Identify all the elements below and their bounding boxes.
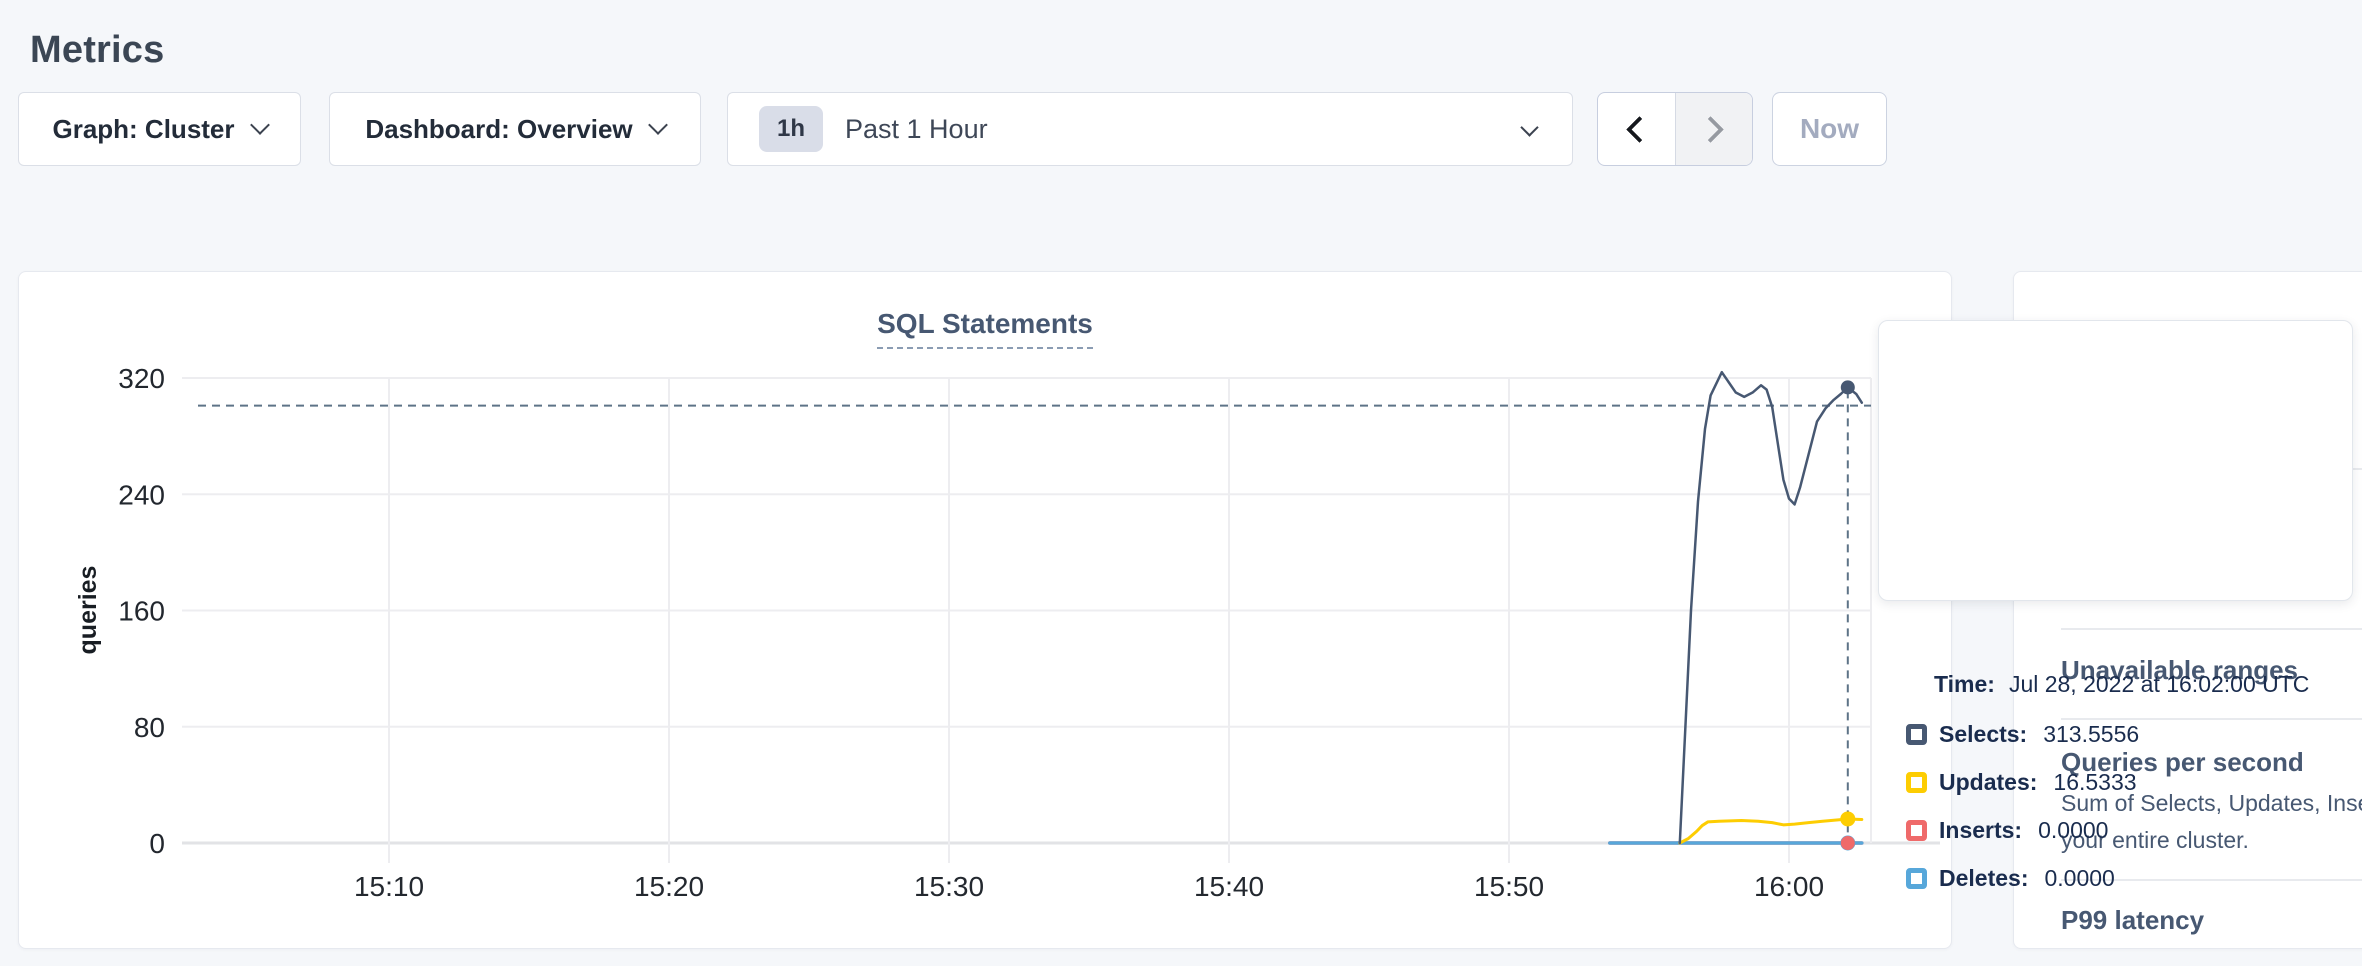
sidebar-divider [2061,628,2362,630]
graph-selector-dropdown[interactable]: Graph: Cluster [18,92,301,166]
tooltip-time-row: Time: Jul 28, 2022 at 16:02:00 UTC [1934,671,2309,698]
tooltip-series-name: Deletes: [1939,865,2028,892]
time-window-pager [1597,92,1753,166]
tooltip-series-row: Deletes: 0.0000 [1906,865,2115,892]
now-button-label: Now [1800,113,1859,145]
chevron-left-icon [1626,116,1653,143]
tooltip-series-name: Updates: [1939,769,2037,796]
next-time-window-button[interactable] [1675,93,1753,165]
time-range-badge: 1h [759,106,823,152]
sidebar-divider [2061,718,2362,720]
tooltip-series-value: 0.0000 [2044,865,2114,892]
series-swatch-icon [1906,820,1927,841]
time-range-label: Past 1 Hour [845,114,988,145]
tooltip-series-value: 16.5333 [2053,769,2136,796]
series-swatch-icon [1906,772,1927,793]
sidebar-section-heading: P99 latency [2061,905,2204,936]
tooltip-series-value: 313.5556 [2043,721,2139,748]
series-swatch-icon [1906,724,1927,745]
series-swatch-icon [1906,868,1927,889]
chevron-right-icon [1697,116,1724,143]
tooltip-series-row: Inserts: 0.0000 [1906,817,2108,844]
tooltip-series-row: Selects: 313.5556 [1906,721,2139,748]
tooltip-series-name: Inserts: [1939,817,2022,844]
chevron-down-icon [250,115,270,135]
chevron-down-icon [1520,118,1538,136]
page-title: Metrics [30,29,164,72]
sql-statements-chart-card [18,271,1952,949]
tooltip-series-row: Updates: 16.5333 [1906,769,2137,796]
time-range-dropdown[interactable]: 1h Past 1 Hour [727,92,1573,166]
now-button[interactable]: Now [1772,92,1887,166]
tooltip-time-label: Time: [1934,671,1995,697]
graph-selector-label: Graph: Cluster [52,114,234,145]
dashboard-selector-dropdown[interactable]: Dashboard: Overview [329,92,701,166]
chart-hover-tooltip: Time:Jul 28, 2022 at 16:02:00 UTC Select… [1878,320,2353,601]
chart-title[interactable]: SQL Statements [877,308,1093,349]
previous-time-window-button[interactable] [1598,93,1675,165]
chart-title-row: SQL Statements [18,308,1952,349]
tooltip-series-name: Selects: [1939,721,2027,748]
chevron-down-icon [648,115,668,135]
tooltip-series-value: 0.0000 [2038,817,2108,844]
tooltip-time-value: Jul 28, 2022 at 16:02:00 UTC [2009,671,2309,697]
dashboard-selector-label: Dashboard: Overview [365,114,632,145]
